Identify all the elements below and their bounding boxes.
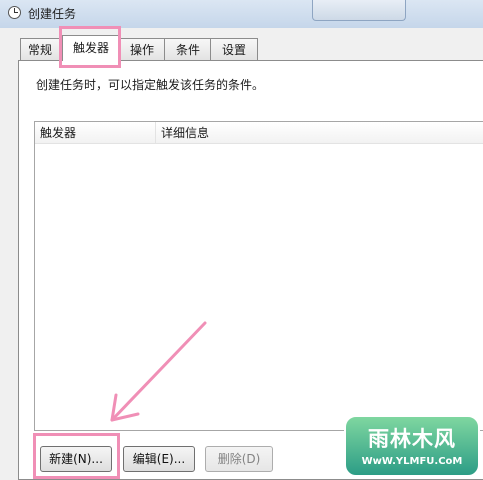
tab-actions[interactable]: 操作 bbox=[118, 38, 166, 60]
tab-settings[interactable]: 设置 bbox=[210, 38, 258, 60]
watermark-main-text: 雨林木风 bbox=[368, 427, 456, 451]
tab-conditions[interactable]: 条件 bbox=[164, 38, 212, 60]
window-title: 创建任务 bbox=[28, 7, 77, 21]
delete-button[interactable]: 删除(D) bbox=[205, 446, 273, 472]
title-bar[interactable]: 创建任务 bbox=[0, 0, 483, 28]
column-header-details[interactable]: 详细信息 bbox=[156, 122, 483, 144]
new-button[interactable]: 新建(N)... bbox=[40, 446, 112, 472]
edit-button[interactable]: 编辑(E)... bbox=[123, 446, 195, 472]
window-controls[interactable] bbox=[312, 0, 406, 21]
column-header-trigger[interactable]: 触发器 bbox=[35, 122, 156, 144]
watermark-url: WwW.YLMFU.CoM bbox=[361, 456, 463, 467]
panel-description: 创建任务时，可以指定触发该任务的条件。 bbox=[36, 78, 265, 92]
clock-icon bbox=[8, 6, 21, 19]
watermark-logo: 雨林木风 WwW.YLMFU.CoM bbox=[344, 415, 480, 477]
tab-general[interactable]: 常规 bbox=[20, 38, 60, 60]
trigger-list[interactable]: 触发器 详细信息 bbox=[34, 121, 483, 431]
tab-triggers[interactable]: 触发器 bbox=[62, 35, 120, 61]
